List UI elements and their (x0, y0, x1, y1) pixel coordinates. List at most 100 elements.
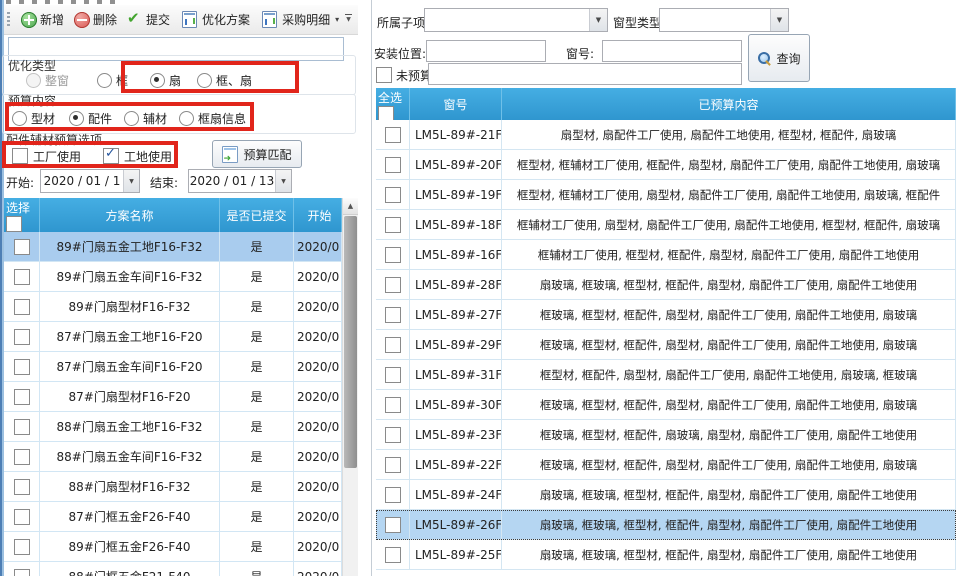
row-checkbox[interactable] (385, 247, 401, 263)
row-checkbox[interactable] (14, 239, 30, 255)
row-checkbox[interactable] (14, 539, 30, 555)
table-row[interactable]: LM5L-89#-23F21框玻璃, 框型材, 框配件, 扇玻璃, 扇型材, 扇… (376, 420, 956, 450)
chevron-down-icon[interactable] (589, 9, 607, 31)
plan-name-cell[interactable]: 87#门扇五金工地F16-F20 (40, 322, 220, 351)
table-row[interactable]: LM5L-89#-20F18框型材, 框辅材工厂使用, 框配件, 扇型材, 扇配… (376, 150, 956, 180)
table-row[interactable]: LM5L-89#-16F15框辅材工厂使用, 框型材, 框配件, 扇型材, 扇配… (376, 240, 956, 270)
table-row[interactable]: 88#门扇五金工地F16-F32是2020/0 (4, 412, 342, 442)
window-no-cell[interactable]: LM5L-89#-20F18 (410, 150, 502, 179)
row-select-cell[interactable] (376, 450, 410, 479)
table-row[interactable]: LM5L-89#-27F25框玻璃, 框型材, 框配件, 扇型材, 扇配件工厂使… (376, 300, 956, 330)
window-no-cell[interactable]: LM5L-89#-21F19 (410, 120, 502, 149)
plan-name-cell[interactable]: 88#门扇型材F16-F32 (40, 472, 220, 501)
row-select-cell[interactable] (376, 330, 410, 359)
row-select-cell[interactable] (376, 480, 410, 509)
window-no-cell[interactable]: LM5L-89#-30F28 (410, 390, 502, 419)
row-checkbox[interactable] (385, 277, 401, 293)
window-no-cell[interactable]: LM5L-89#-27F25 (410, 300, 502, 329)
table-row[interactable]: LM5L-89#-21F19扇型材, 扇配件工厂使用, 扇配件工地使用, 框型材… (376, 120, 956, 150)
row-select-cell[interactable] (376, 180, 410, 209)
row-select-cell[interactable] (376, 360, 410, 389)
scrollbar-thumb[interactable] (344, 216, 357, 468)
no-budget-input[interactable] (428, 63, 742, 85)
row-checkbox[interactable] (14, 449, 30, 465)
window-no-cell[interactable]: LM5L-89#-22F20 (410, 450, 502, 479)
row-select-cell[interactable] (376, 510, 410, 539)
row-checkbox[interactable] (385, 427, 401, 443)
row-checkbox[interactable] (385, 127, 401, 143)
row-checkbox[interactable] (385, 397, 401, 413)
table-row[interactable]: LM5L-89#-28F26扇玻璃, 框玻璃, 框型材, 框配件, 扇型材, 扇… (376, 270, 956, 300)
window-no-header[interactable]: 窗号 (410, 88, 502, 120)
row-checkbox[interactable] (385, 517, 401, 533)
submit-button[interactable]: 提交 (122, 9, 175, 30)
table-row[interactable]: LM5L-89#-30F28框玻璃, 框型材, 框配件, 扇型材, 扇配件工厂使… (376, 390, 956, 420)
row-checkbox[interactable] (14, 359, 30, 375)
window-no-cell[interactable]: LM5L-89#-29F27 (410, 330, 502, 359)
row-checkbox[interactable] (385, 547, 401, 563)
row-checkbox[interactable] (385, 157, 401, 173)
table-row[interactable]: LM5L-89#-22F20框玻璃, 框型材, 框配件, 扇型材, 扇配件工厂使… (376, 450, 956, 480)
row-select-cell[interactable] (4, 322, 40, 351)
table-row[interactable]: 89#门扇五金工地F16-F32是2020/0 (4, 232, 342, 262)
table-row[interactable]: LM5L-89#-19F17框型材, 框辅材工厂使用, 扇型材, 扇配件工厂使用… (376, 180, 956, 210)
row-checkbox[interactable] (385, 457, 401, 473)
table-row[interactable]: LM5L-89#-18F16框辅材工厂使用, 扇型材, 扇配件工厂使用, 扇配件… (376, 210, 956, 240)
row-select-cell[interactable] (376, 300, 410, 329)
window-no-cell[interactable]: LM5L-89#-31F29 (410, 360, 502, 389)
no-budget-checkbox[interactable] (376, 67, 392, 83)
radio-profile[interactable] (12, 111, 27, 126)
optimize-plan-button[interactable]: 优化方案 (175, 9, 255, 30)
row-select-cell[interactable] (376, 150, 410, 179)
start-header[interactable]: 开始 (294, 198, 342, 232)
table-row[interactable]: LM5L-89#-24F22扇玻璃, 框玻璃, 框型材, 框配件, 扇型材, 扇… (376, 480, 956, 510)
table-row[interactable]: 87#门扇型材F16-F20是2020/0 (4, 382, 342, 412)
radio-sash[interactable] (150, 73, 165, 88)
table-row[interactable]: LM5L-89#-31F29框型材, 框配件, 扇型材, 扇配件工厂使用, 扇配… (376, 360, 956, 390)
window-no-cell[interactable]: LM5L-89#-25F23 (410, 540, 502, 569)
radio-accessory[interactable] (69, 111, 84, 126)
toolbar-overflow-button[interactable] (342, 11, 355, 28)
plan-table-scrollbar[interactable] (342, 198, 358, 576)
row-checkbox[interactable] (385, 487, 401, 503)
plan-name-cell[interactable]: 88#门扇五金车间F16-F32 (40, 442, 220, 471)
chevron-down-icon[interactable] (275, 170, 291, 192)
plan-name-cell[interactable]: 88#门框五金F21-F40 (40, 562, 220, 576)
row-select-cell[interactable] (4, 232, 40, 261)
row-select-cell[interactable] (4, 382, 40, 411)
plan-name-cell[interactable]: 87#门扇型材F16-F20 (40, 382, 220, 411)
row-select-cell[interactable] (4, 502, 40, 531)
row-checkbox[interactable] (385, 337, 401, 353)
row-checkbox[interactable] (385, 367, 401, 383)
plan-name-cell[interactable]: 89#门扇型材F16-F32 (40, 292, 220, 321)
row-select-cell[interactable] (4, 352, 40, 381)
window-no-cell[interactable]: LM5L-89#-24F22 (410, 480, 502, 509)
table-row[interactable]: 89#门框五金F26-F40是2020/0 (4, 532, 342, 562)
select-all-checkbox[interactable] (378, 106, 394, 120)
table-row[interactable]: 89#门扇五金车间F16-F32是2020/0 (4, 262, 342, 292)
plan-name-cell[interactable]: 89#门扇五金工地F16-F32 (40, 232, 220, 261)
row-select-cell[interactable] (4, 262, 40, 291)
add-button[interactable]: 新增 (16, 9, 69, 30)
window-no-cell[interactable]: LM5L-89#-18F16 (410, 210, 502, 239)
row-select-cell[interactable] (376, 270, 410, 299)
table-row[interactable]: 87#门框五金F26-F40是2020/0 (4, 502, 342, 532)
table-row[interactable]: 88#门扇五金车间F16-F32是2020/0 (4, 442, 342, 472)
row-select-cell[interactable] (376, 240, 410, 269)
window-no-cell[interactable]: LM5L-89#-28F26 (410, 270, 502, 299)
window-no-cell[interactable]: LM5L-89#-26F24 (410, 510, 502, 539)
row-select-cell[interactable] (376, 420, 410, 449)
row-checkbox[interactable] (14, 269, 30, 285)
end-date-picker[interactable]: 2020 / 01 / 13 (188, 169, 292, 193)
table-row[interactable]: LM5L-89#-26F24扇玻璃, 框玻璃, 框型材, 框配件, 扇型材, 扇… (376, 510, 956, 540)
row-select-cell[interactable] (376, 120, 410, 149)
radio-frame-sash-info[interactable] (179, 111, 194, 126)
toolbar-grip-icon[interactable] (7, 12, 10, 28)
table-row[interactable]: 89#门扇型材F16-F32是2020/0 (4, 292, 342, 322)
row-checkbox[interactable] (14, 479, 30, 495)
table-row[interactable]: LM5L-89#-29F27框玻璃, 框型材, 框配件, 扇型材, 扇配件工厂使… (376, 330, 956, 360)
window-no-cell[interactable]: LM5L-89#-23F21 (410, 420, 502, 449)
row-select-cell[interactable] (376, 390, 410, 419)
delete-button[interactable]: 删除 (69, 9, 122, 30)
row-checkbox[interactable] (385, 307, 401, 323)
